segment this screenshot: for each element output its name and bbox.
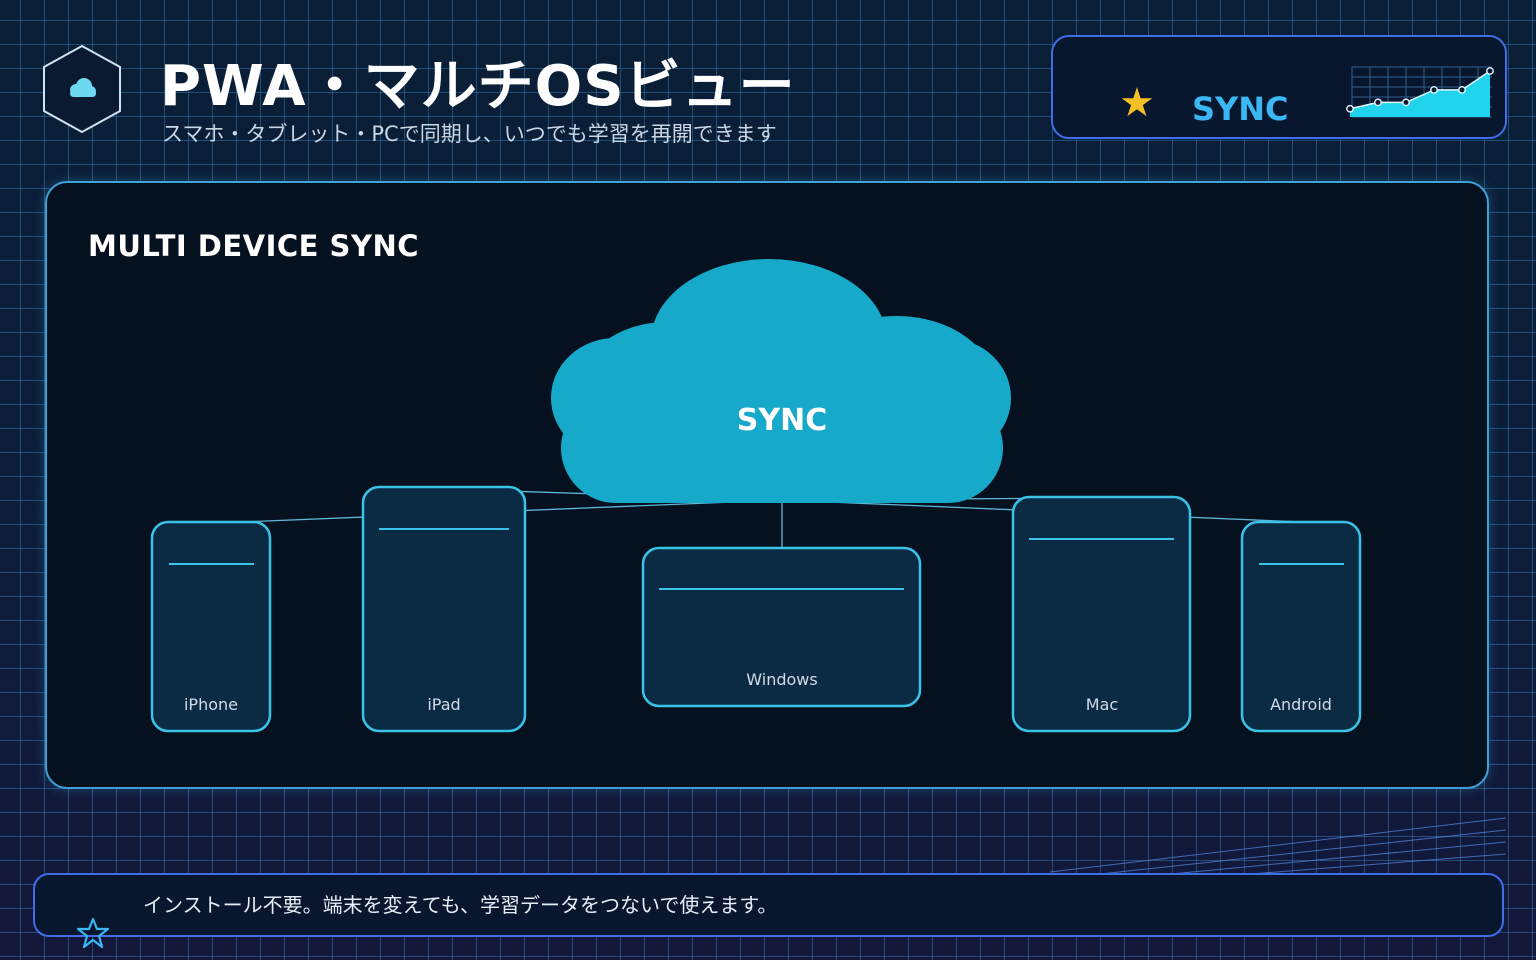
device-mac[interactable]: Mac (1011, 495, 1192, 733)
mini-chart-point (1374, 98, 1382, 107)
mini-chart-point (1486, 67, 1494, 75)
sync-diagram: SYNC iPhone iPad Windows Mac Android (150, 259, 1362, 733)
footer-text: インストール不要。端末を変えても、学習データをつないで使えます。 (143, 893, 778, 917)
multi-device-sync-panel: MULTI DEVICE SYNC SYNC iPhone iPad Windo… (45, 181, 1489, 789)
cloud-shape (551, 259, 1011, 503)
sync-card-label: SYNC (1192, 90, 1289, 128)
mini-chart-point (1458, 85, 1466, 94)
mini-chart-point (1430, 85, 1438, 94)
star-outline-icon (76, 917, 110, 949)
device-label-iphone: iPhone (184, 695, 238, 714)
device-label-ipad: iPad (427, 695, 460, 714)
device-android[interactable]: Android (1240, 520, 1362, 733)
page-title: PWA・マルチOSビュー (160, 54, 796, 119)
mini-chart-point (1402, 98, 1410, 107)
sync-status-card: ★ SYNC (1051, 35, 1507, 139)
sync-trend-chart (1346, 66, 1494, 118)
page-subtitle: スマホ・タブレット・PCで同期し、いつでも学習を再開できます (162, 122, 777, 146)
device-iphone[interactable]: iPhone (150, 520, 272, 733)
hexagon-cloud-logo (43, 44, 121, 134)
device-label-windows: Windows (746, 670, 817, 689)
device-windows[interactable]: Windows (641, 546, 922, 708)
decorative-lines (1049, 817, 1507, 879)
device-ipad[interactable]: iPad (361, 485, 527, 733)
mini-chart-point (1346, 104, 1354, 113)
device-label-android: Android (1270, 695, 1332, 714)
star-icon: ★ (1119, 80, 1155, 126)
mini-chart-area (1350, 71, 1490, 117)
device-label-mac: Mac (1086, 695, 1118, 714)
footer-message-bar: インストール不要。端末を変えても、学習データをつないで使えます。 (33, 873, 1504, 937)
cloud-sync-label: SYNC (737, 403, 827, 438)
page: PWA・マルチOSビュー スマホ・タブレット・PCで同期し、いつでも学習を再開で… (0, 0, 1536, 960)
